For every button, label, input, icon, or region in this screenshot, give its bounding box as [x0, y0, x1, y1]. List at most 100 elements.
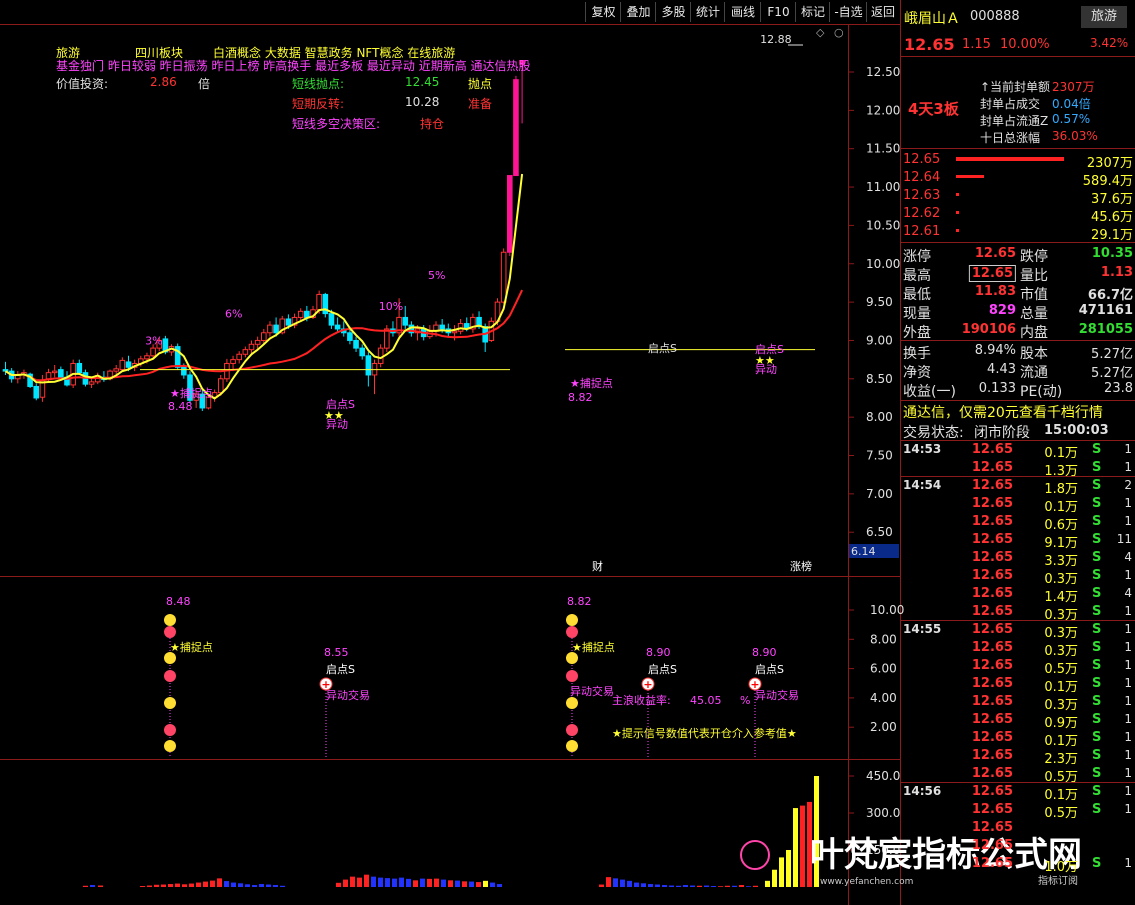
toolbar-button-5[interactable]: F10	[760, 2, 796, 22]
price-marker: 6%	[225, 307, 242, 320]
tick-count: 1	[1124, 766, 1132, 780]
price-marker: 10%	[379, 300, 403, 313]
watermark-text: 叶梵宸指标公式网	[810, 835, 1082, 875]
tick-count: 1	[1124, 694, 1132, 708]
tick-count: 1	[1124, 460, 1132, 474]
tick-separator	[901, 476, 1135, 477]
volume-bar	[420, 878, 425, 887]
volume-bar	[599, 884, 604, 887]
toolbar-button-2[interactable]: 多股	[655, 2, 691, 22]
status-phase: 闭市阶段	[974, 425, 1030, 441]
volume-bar	[259, 884, 264, 887]
volume-bar	[161, 884, 166, 887]
tick-volume: 0.3万	[1044, 572, 1078, 587]
order-volume: 2307万	[1086, 156, 1133, 171]
order-price: 12.63	[903, 188, 941, 203]
tick-price: 12.65	[971, 802, 1013, 817]
toolbar-button-8[interactable]: 返回	[866, 2, 899, 22]
vol-y-tick-label: 300.0	[866, 806, 900, 820]
tick-volume: 9.1万	[1044, 536, 1078, 551]
signal-emoji-icon	[566, 740, 578, 752]
chart-annotation: 8.82	[568, 391, 593, 404]
y-tick-label: 7.00	[866, 487, 893, 501]
chart-annotation: 涨榜	[790, 559, 812, 573]
volume-bar	[483, 880, 488, 887]
seal-value: 36.03%	[1052, 129, 1098, 143]
volume-bar	[455, 880, 460, 887]
volume-bar	[627, 880, 632, 887]
tick-count: 1	[1124, 442, 1132, 456]
toolbar-button-6[interactable]: 标记	[795, 2, 830, 22]
signal-emoji-icon	[164, 724, 176, 736]
watermark-url: www.yefanchen.com	[820, 877, 913, 887]
tick-side: S	[1092, 478, 1102, 493]
order-volume: 589.4万	[1082, 174, 1133, 189]
y-tick-label: 9.00	[866, 333, 893, 347]
separator	[901, 56, 1135, 57]
volume-bar	[399, 877, 404, 887]
separator	[901, 242, 1135, 243]
board-label: 4天3板	[908, 100, 959, 118]
volume-bar	[203, 881, 208, 887]
separator	[901, 400, 1135, 401]
sector-button[interactable]: 旅游	[1081, 6, 1127, 28]
volume-bar	[641, 883, 646, 887]
kline-chart[interactable]: 12.5012.0011.5011.0010.5010.009.509.008.…	[0, 0, 1135, 905]
volume-bar	[385, 878, 390, 887]
volume-bar	[704, 885, 709, 887]
tick-price: 12.65	[971, 442, 1013, 457]
fund-label-2: PE(动)	[1020, 384, 1063, 400]
signal-label: 短期反转:	[292, 97, 345, 111]
order-price: 12.61	[903, 224, 941, 239]
signal-emoji-icon	[566, 724, 578, 736]
candle	[500, 248, 507, 304]
tick-count: 1	[1124, 856, 1132, 870]
tick-price: 12.65	[971, 694, 1013, 709]
y-tick-label: 7.50	[866, 449, 893, 463]
volume-bar	[350, 876, 355, 887]
tick-count: 1	[1124, 496, 1132, 510]
sub-panel-label: 异动交易	[570, 684, 614, 698]
volume-bar	[746, 886, 751, 887]
quote-value: 11.83	[974, 284, 1016, 299]
value-invest-label: 价值投资:	[56, 77, 109, 91]
toolbar-button-7[interactable]: -自选	[829, 2, 867, 22]
volume-bar	[280, 885, 285, 887]
tick-volume: 0.3万	[1044, 698, 1078, 713]
tick-side: S	[1092, 496, 1102, 511]
volume-bar	[83, 885, 88, 887]
promo-link[interactable]: 通达信，仅需20元查看千档行情	[903, 402, 1103, 422]
value-invest-unit: 倍	[198, 77, 211, 91]
volume-bar	[648, 884, 653, 887]
watermark-sub: 指标订阅	[1038, 874, 1078, 887]
chart-annotation: 启点S	[648, 342, 677, 355]
candle	[27, 372, 33, 389]
toolbar-button-3[interactable]: 统计	[690, 2, 725, 22]
vol-y-tick-label: 450.0	[866, 769, 900, 783]
quote-value-2: 471161	[1078, 303, 1133, 318]
fund-value-2: 5.27亿	[1091, 366, 1133, 381]
signal-emoji-icon	[164, 614, 176, 626]
quote-value-2: 281055	[1078, 322, 1133, 337]
y-tick-label: 12.00	[866, 103, 900, 117]
seal-label: 十日总涨幅	[980, 131, 1041, 145]
sub-panel-label: 45.05	[690, 694, 722, 707]
separator	[901, 148, 1135, 149]
y-tick-label: 12.50	[866, 65, 900, 79]
volume-bar	[690, 885, 695, 887]
y-tick-label: 11.00	[866, 180, 900, 194]
volume-bar	[779, 857, 784, 887]
volume-bar	[613, 878, 618, 887]
tick-volume: 2.3万	[1044, 752, 1078, 767]
volume-bar	[634, 882, 639, 887]
sub-y-tick-label: 6.00	[870, 662, 897, 676]
tick-count: 1	[1124, 640, 1132, 654]
quote-label: 现量	[903, 306, 931, 322]
toolbar-button-0[interactable]: 复权	[585, 2, 621, 22]
toolbar-button-1[interactable]: 叠加	[620, 2, 656, 22]
sub-y-tick-label: 4.00	[870, 691, 897, 705]
tick-price: 12.65	[971, 820, 1013, 835]
signal-emoji-icon	[164, 740, 176, 752]
toolbar-button-4[interactable]: 画线	[724, 2, 761, 22]
signal-emoji-icon	[164, 697, 176, 709]
